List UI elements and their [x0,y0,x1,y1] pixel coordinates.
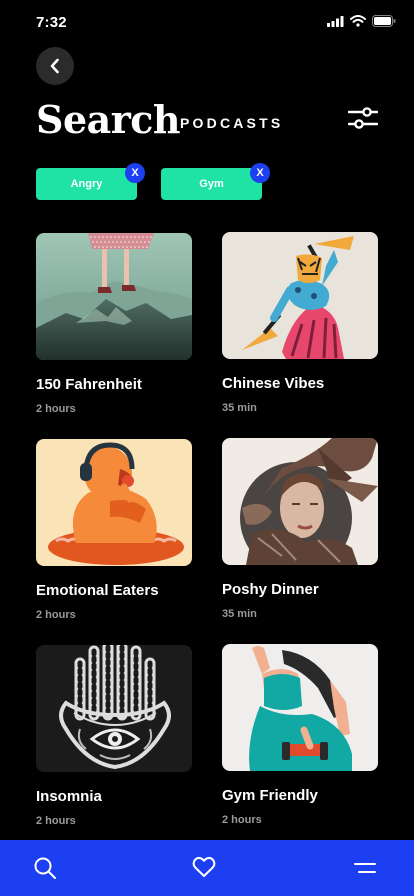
filter-chip-angry[interactable]: Angry X [36,163,145,200]
filter-settings-button[interactable] [347,106,379,130]
menu-icon [354,863,376,873]
chevron-left-icon [50,58,59,74]
page-subtitle: PODCASTS [180,115,284,131]
status-icons [327,15,396,27]
podcast-duration: 35 min [222,402,257,414]
podcast-title: Gym Friendly [222,787,318,804]
podcast-card[interactable]: Chinese Vibes 35 min [222,232,378,414]
chip-remove-button[interactable]: X [125,163,145,183]
podcast-cover-image [222,438,378,565]
status-time: 7:32 [36,14,67,31]
podcast-duration: 2 hours [36,815,76,827]
podcast-duration: 35 min [222,608,257,620]
podcast-cover-image [36,233,192,360]
page-title: Search [36,97,181,142]
signal-icon [327,15,344,27]
battery-icon [372,15,396,27]
podcast-title: Chinese Vibes [222,375,325,392]
search-icon [34,857,56,879]
podcast-duration: 2 hours [36,403,76,415]
back-button[interactable] [36,47,74,85]
podcast-card[interactable]: Poshy Dinner 35 min [222,438,378,620]
podcast-card[interactable]: Insomnia 2 hours [36,645,192,827]
podcast-card[interactable]: Gym Friendly 2 hours [222,644,378,826]
podcast-title: Emotional Eaters [36,582,159,599]
wifi-icon [350,15,366,27]
podcast-card[interactable]: 150 Fahrenheit 2 hours [36,233,192,415]
chip-remove-button[interactable]: X [250,163,270,183]
heart-icon [192,856,216,877]
podcast-title: Insomnia [36,788,102,805]
nav-favorites-button[interactable] [192,856,216,883]
chip-label: Angry [70,178,103,190]
podcast-cover-image [222,644,378,771]
chip-label: Gym [199,178,224,190]
podcast-card[interactable]: Emotional Eaters 2 hours [36,439,192,621]
podcast-title: 150 Fahrenheit [36,376,142,393]
nav-search-button[interactable] [33,856,57,885]
filter-chip-gym[interactable]: Gym X [161,163,270,200]
bottom-nav [0,840,414,896]
podcast-duration: 2 hours [222,814,262,826]
nav-menu-button[interactable] [354,860,376,881]
sliders-icon [347,107,379,129]
podcast-duration: 2 hours [36,609,76,621]
status-bar: 7:32 [0,0,414,44]
podcast-title: Poshy Dinner [222,581,319,598]
podcast-cover-image [36,439,192,566]
podcast-cover-image [36,645,192,772]
podcast-cover-image [222,232,378,359]
